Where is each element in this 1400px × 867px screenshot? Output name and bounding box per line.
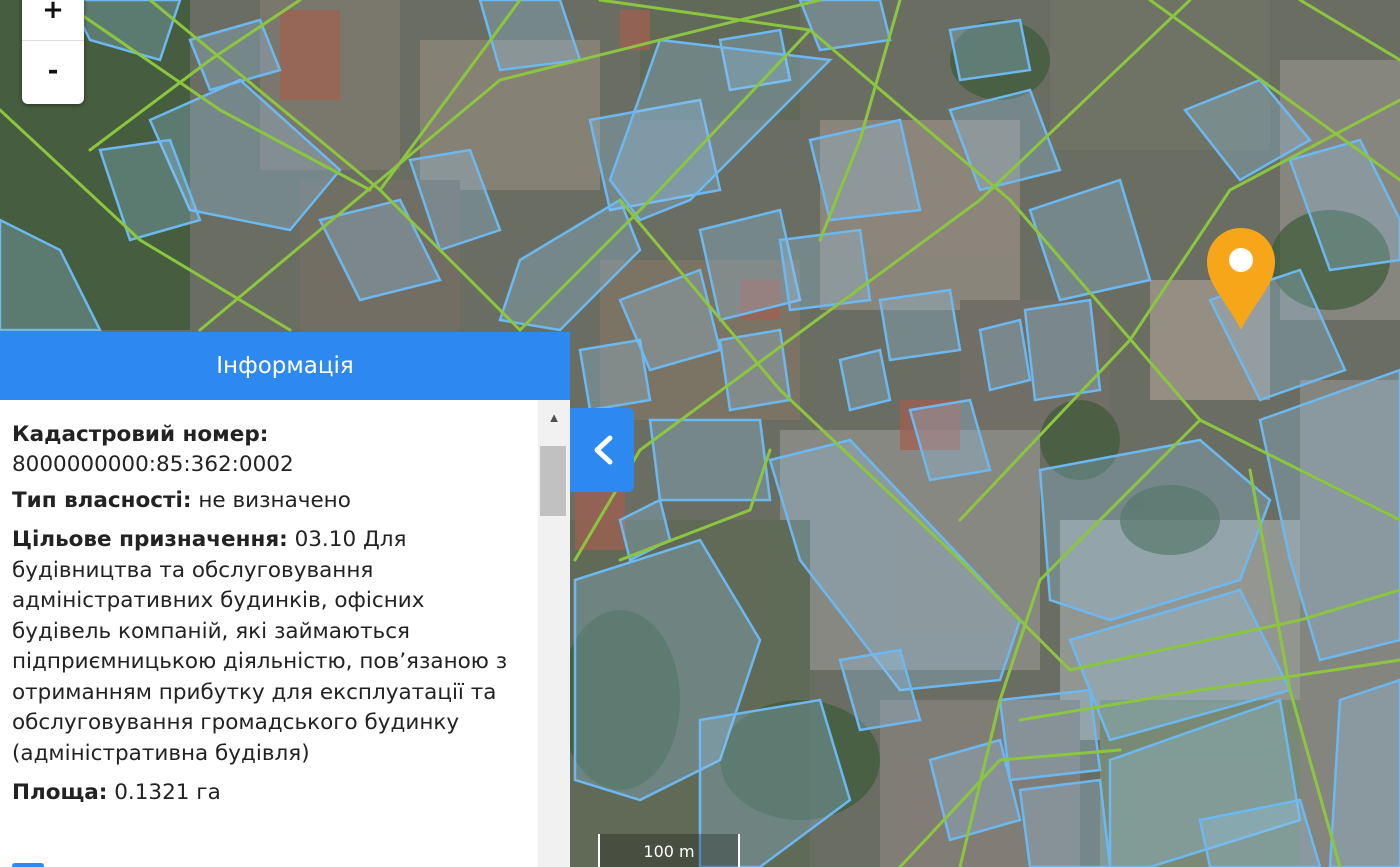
area-label: Площа: — [12, 780, 108, 805]
ownership-label: Тип власності: — [12, 488, 192, 513]
info-panel: Інформація Кадастровий номер: 8000000000… — [0, 332, 570, 867]
ownership-value: не визначено — [198, 488, 351, 513]
zoom-in-button[interactable]: + — [22, 0, 84, 41]
purpose-label: Цільове призначення: — [12, 527, 288, 552]
info-panel-body: Кадастровий номер: 8000000000:85:362:000… — [12, 420, 527, 817]
caret-up-icon[interactable]: ▲ — [538, 406, 570, 428]
area-row: Площа: 0.1321 га — [12, 778, 527, 808]
info-panel-title: Інформація — [0, 332, 570, 400]
purpose-value: 03.10 Для будівництва та обслуговування … — [12, 527, 508, 766]
ownership-row: Тип власності: не визначено — [12, 486, 527, 516]
cadastral-number-value: 8000000000:85:362:0002 — [12, 452, 294, 477]
cadastral-number-label: Кадастровий номер: — [12, 422, 269, 447]
zoom-out-button[interactable]: - — [22, 41, 84, 101]
checkbox-icon[interactable] — [12, 863, 44, 867]
scale-label: 100 m — [643, 842, 695, 861]
scale-bar: 100 m — [598, 834, 740, 867]
scrollbar-thumb[interactable] — [540, 446, 566, 516]
purpose-row: Цільове призначення: 03.10 Для будівницт… — [12, 525, 527, 769]
area-value: 0.1321 га — [114, 780, 221, 805]
chevron-left-icon — [594, 435, 613, 465]
zoom-control: + - — [22, 0, 84, 104]
collapse-panel-button[interactable] — [570, 408, 634, 492]
cadastral-number-row: Кадастровий номер: 8000000000:85:362:000… — [12, 420, 527, 480]
panel-scrollbar[interactable]: ▲ — [538, 400, 570, 867]
